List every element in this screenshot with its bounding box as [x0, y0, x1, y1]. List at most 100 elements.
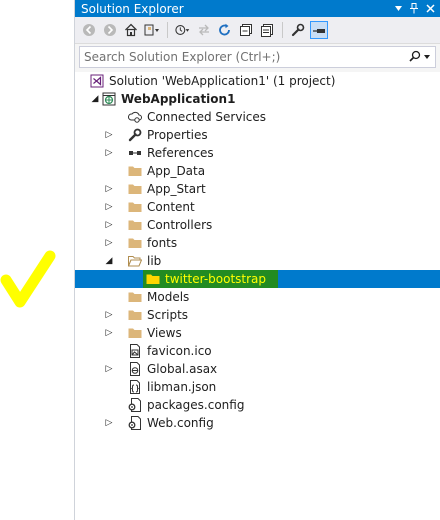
expanded-arrow-icon[interactable]: ◢ — [103, 255, 115, 267]
forward-icon[interactable] — [102, 22, 118, 38]
project-label: WebApplication1 — [121, 92, 236, 106]
checkmark-annotation — [0, 250, 56, 308]
tree-row-controllers[interactable]: ▷ Controllers — [75, 216, 440, 234]
collapse-all-icon[interactable] — [238, 22, 254, 38]
show-all-files-icon[interactable] — [259, 22, 275, 38]
web-file-icon — [127, 361, 143, 377]
tree-row-global-asax[interactable]: ▷ Global.asax — [75, 360, 440, 378]
collapsed-arrow-icon[interactable]: ▷ — [103, 147, 115, 159]
folder-icon — [145, 271, 161, 287]
tree-row-fonts[interactable]: ▷ fonts — [75, 234, 440, 252]
item-label: References — [147, 146, 214, 160]
properties-wrench-icon[interactable] — [290, 22, 306, 38]
config-file-icon — [127, 397, 143, 413]
folder-icon — [127, 289, 143, 305]
folder-icon — [127, 235, 143, 251]
tree-row-libman-json[interactable]: libman.json — [75, 378, 440, 396]
toolbar-separator — [167, 22, 168, 38]
folder-icon — [127, 325, 143, 341]
collapsed-arrow-icon[interactable]: ▷ — [103, 417, 115, 429]
switch-views-icon[interactable] — [144, 22, 160, 38]
tree-row-app-data[interactable]: App_Data — [75, 162, 440, 180]
collapsed-arrow-icon[interactable]: ▷ — [103, 183, 115, 195]
tree-row-connected-services[interactable]: Connected Services — [75, 108, 440, 126]
item-label: lib — [147, 254, 162, 268]
item-label: Models — [147, 290, 190, 304]
tree-row-favicon[interactable]: favicon.ico — [75, 342, 440, 360]
item-label: Controllers — [147, 218, 213, 232]
folder-icon — [127, 181, 143, 197]
collapsed-arrow-icon[interactable]: ▷ — [103, 327, 115, 339]
solution-tree: Solution 'WebApplication1' (1 project) ◢… — [75, 72, 440, 520]
web-project-icon — [101, 91, 117, 107]
item-label: libman.json — [147, 380, 217, 394]
toolbar-separator — [282, 22, 283, 38]
title-bar: Solution Explorer — [75, 0, 440, 17]
collapsed-arrow-icon[interactable]: ▷ — [103, 129, 115, 141]
json-file-icon — [127, 379, 143, 395]
collapsed-arrow-icon[interactable]: ▷ — [103, 219, 115, 231]
panel-title: Solution Explorer — [81, 1, 184, 16]
tree-row-twitter-bootstrap[interactable]: twitter-bootstrap — [75, 270, 440, 288]
tree-row-app-start[interactable]: ▷ App_Start — [75, 180, 440, 198]
search-placeholder: Search Solution Explorer (Ctrl+;) — [84, 50, 281, 64]
pin-icon[interactable] — [408, 3, 420, 15]
home-icon[interactable] — [123, 22, 139, 38]
preview-selected-items-icon[interactable] — [310, 21, 328, 39]
collapsed-arrow-icon[interactable]: ▷ — [103, 201, 115, 213]
sync-with-active-document-icon[interactable] — [196, 22, 212, 38]
expanded-arrow-icon[interactable]: ◢ — [89, 93, 101, 105]
folder-icon — [127, 163, 143, 179]
close-icon[interactable] — [424, 3, 436, 15]
tree-row-lib[interactable]: ◢ lib — [75, 252, 440, 270]
item-label: Global.asax — [147, 362, 218, 376]
dropdown-arrow-icon[interactable] — [392, 3, 404, 15]
item-label: Connected Services — [147, 110, 267, 124]
item-label: packages.config — [147, 398, 245, 412]
item-label: twitter-bootstrap — [165, 272, 267, 286]
item-label: Properties — [147, 128, 208, 142]
folder-open-icon — [127, 253, 143, 269]
tree-row-views[interactable]: ▷ Views — [75, 324, 440, 342]
item-label: App_Start — [147, 182, 206, 196]
item-label: favicon.ico — [147, 344, 212, 358]
annotation-highlight: twitter-bootstrap — [143, 270, 279, 288]
back-icon[interactable] — [81, 22, 97, 38]
collapsed-arrow-icon[interactable]: ▷ — [103, 309, 115, 321]
item-label: Views — [147, 326, 182, 340]
tree-row-references[interactable]: ▷ References — [75, 144, 440, 162]
search-input[interactable]: Search Solution Explorer (Ctrl+;) — [79, 46, 436, 68]
tree-row-models[interactable]: Models — [75, 288, 440, 306]
toolbar — [75, 17, 440, 44]
tree-row-content[interactable]: ▷ Content — [75, 198, 440, 216]
solution-label: Solution 'WebApplication1' (1 project) — [109, 74, 336, 88]
tree-row-packages-config[interactable]: packages.config — [75, 396, 440, 414]
title-bar-controls — [392, 3, 440, 15]
search-icon[interactable] — [409, 50, 421, 65]
references-icon — [127, 145, 143, 161]
folder-icon — [127, 199, 143, 215]
search-controls — [409, 50, 435, 65]
tree-row-scripts[interactable]: ▷ Scripts — [75, 306, 440, 324]
visual-studio-solution-icon — [89, 73, 105, 89]
item-label: App_Data — [147, 164, 206, 178]
collapsed-arrow-icon[interactable]: ▷ — [103, 237, 115, 249]
pending-changes-filter-icon[interactable] — [175, 22, 191, 38]
image-file-icon — [127, 343, 143, 359]
search-options-dropdown-icon[interactable] — [423, 50, 431, 64]
refresh-icon[interactable] — [217, 22, 233, 38]
tree-row-project[interactable]: ◢ WebApplication1 — [75, 90, 440, 108]
solution-explorer-panel: Solution Explorer Search Solution Explor… — [74, 0, 440, 520]
collapsed-arrow-icon[interactable]: ▷ — [103, 363, 115, 375]
item-label: Web.config — [147, 416, 214, 430]
config-file-icon — [127, 415, 143, 431]
wrench-icon — [127, 127, 143, 143]
folder-icon — [127, 307, 143, 323]
tree-row-solution[interactable]: Solution 'WebApplication1' (1 project) — [75, 72, 440, 90]
connected-services-icon — [127, 109, 143, 125]
tree-row-web-config[interactable]: ▷ Web.config — [75, 414, 440, 432]
item-label: fonts — [147, 236, 178, 250]
item-label: Content — [147, 200, 195, 214]
tree-row-properties[interactable]: ▷ Properties — [75, 126, 440, 144]
item-label: Scripts — [147, 308, 189, 322]
